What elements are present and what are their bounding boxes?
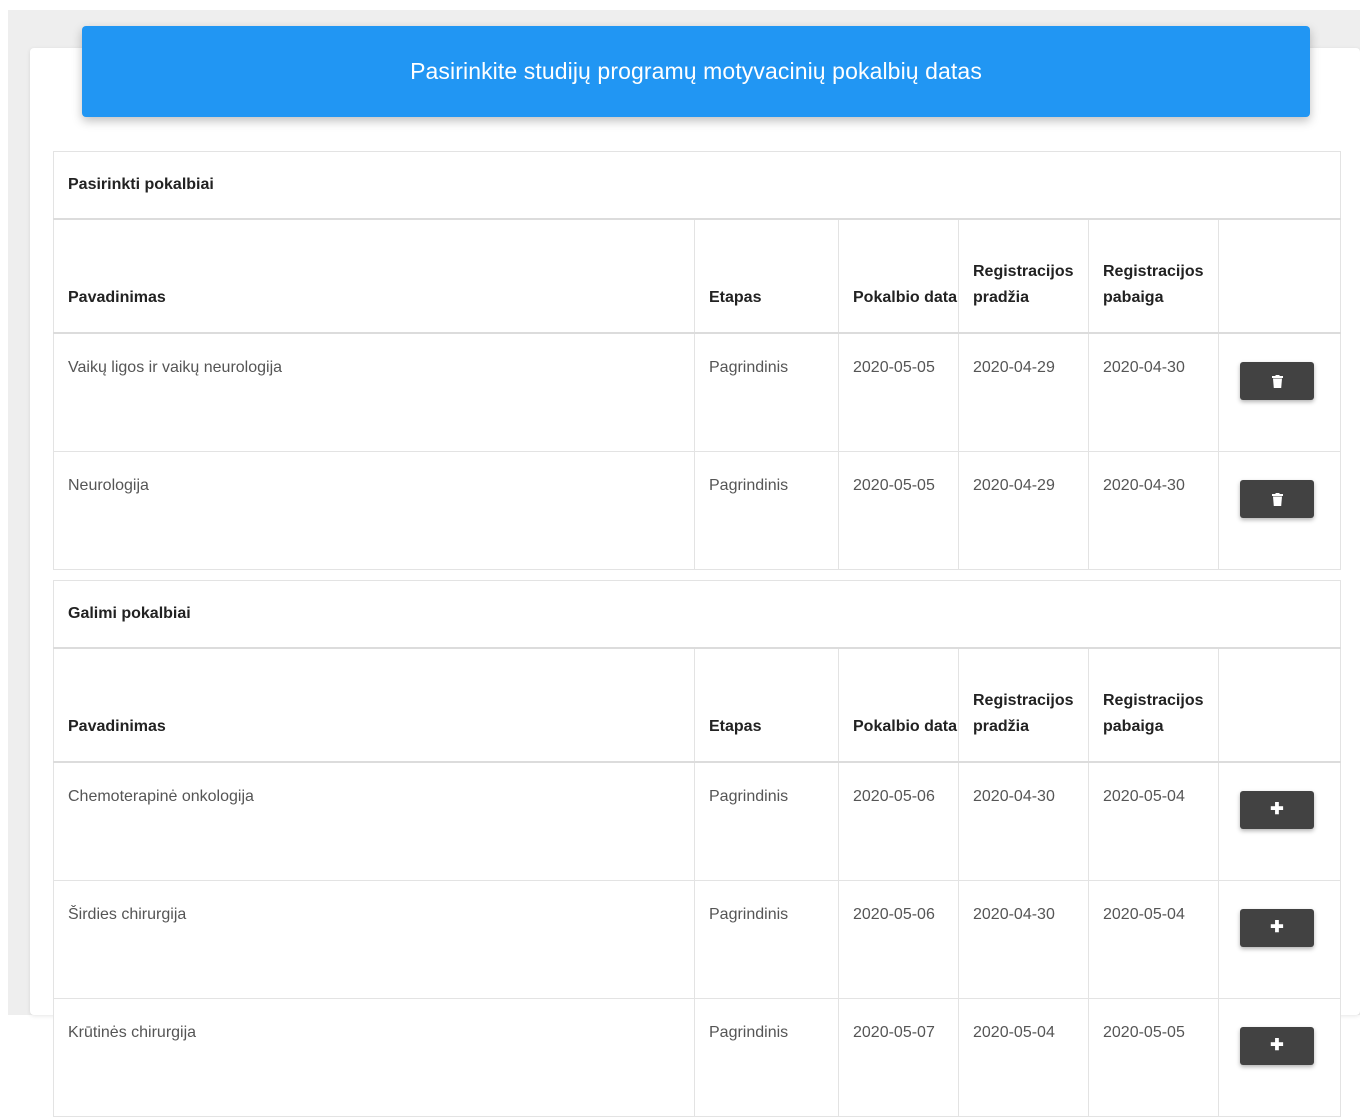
column-header-actions (1217, 647, 1342, 763)
cell-action: ✚ (1217, 880, 1342, 999)
table-row: Vaikų ligos ir vaikų neurologija Pagrind… (53, 332, 1342, 452)
column-header-reg-end: Registracijos pabaiga (1088, 218, 1219, 334)
column-header-reg-end: Registracijos pabaiga (1088, 647, 1219, 763)
trash-icon (1271, 374, 1283, 388)
column-header-actions (1217, 218, 1342, 334)
cell-reg-start: 2020-04-29 (958, 332, 1089, 452)
cell-date: 2020-05-06 (838, 761, 959, 881)
cell-action (1217, 332, 1342, 452)
cell-reg-end: 2020-05-04 (1088, 880, 1219, 999)
cell-stage: Pagrindinis (694, 451, 839, 570)
plus-icon: ✚ (1270, 919, 1284, 936)
cell-name: Krūtinės chirurgija (53, 998, 695, 1117)
cell-stage: Pagrindinis (694, 880, 839, 999)
trash-icon (1271, 492, 1283, 506)
table-caption: Pasirinkti pokalbiai (52, 151, 1342, 220)
cell-date: 2020-05-05 (838, 332, 959, 452)
column-header-name: Pavadinimas (53, 647, 695, 763)
cell-reg-start: 2020-04-30 (958, 880, 1089, 999)
cell-reg-end: 2020-04-30 (1088, 332, 1219, 452)
table-row: Krūtinės chirurgija Pagrindinis 2020-05-… (53, 998, 1342, 1117)
selected-interviews-table: Pasirinkti pokalbiai Pavadinimas Etapas … (52, 151, 1342, 570)
cell-stage: Pagrindinis (694, 332, 839, 452)
table-row: Chemoterapinė onkologija Pagrindinis 202… (53, 761, 1342, 881)
cell-reg-end: 2020-04-30 (1088, 451, 1219, 570)
cell-date: 2020-05-07 (838, 998, 959, 1117)
plus-icon: ✚ (1270, 801, 1284, 818)
cell-reg-start: 2020-05-04 (958, 998, 1089, 1117)
column-header-name: Pavadinimas (53, 218, 695, 334)
add-button[interactable]: ✚ (1240, 1027, 1314, 1065)
cell-date: 2020-05-05 (838, 451, 959, 570)
cell-stage: Pagrindinis (694, 998, 839, 1117)
page-header: Pasirinkite studijų programų motyvacinių… (82, 26, 1310, 117)
available-interviews-table: Galimi pokalbiai Pavadinimas Etapas Poka… (52, 580, 1342, 1117)
cell-reg-end: 2020-05-05 (1088, 998, 1219, 1117)
cell-reg-start: 2020-04-30 (958, 761, 1089, 881)
page-title: Pasirinkite studijų programų motyvacinių… (410, 58, 982, 84)
cell-reg-end: 2020-05-04 (1088, 761, 1219, 881)
column-header-date: Pokalbio data (838, 218, 959, 334)
cell-name: Vaikų ligos ir vaikų neurologija (53, 332, 695, 452)
cell-action: ✚ (1217, 998, 1342, 1117)
cell-reg-start: 2020-04-29 (958, 451, 1089, 570)
column-header-date: Pokalbio data (838, 647, 959, 763)
cell-name: Širdies chirurgija (53, 880, 695, 999)
column-header-stage: Etapas (694, 647, 839, 763)
cell-name: Chemoterapinė onkologija (53, 761, 695, 881)
remove-button[interactable] (1240, 362, 1314, 400)
cell-stage: Pagrindinis (694, 761, 839, 881)
column-header-reg-start: Registracijos pradžia (958, 647, 1089, 763)
table-row: Neurologija Pagrindinis 2020-05-05 2020-… (53, 451, 1342, 570)
cell-action (1217, 451, 1342, 570)
remove-button[interactable] (1240, 480, 1314, 518)
cell-date: 2020-05-06 (838, 880, 959, 999)
cell-name: Neurologija (53, 451, 695, 570)
cell-action: ✚ (1217, 761, 1342, 881)
add-button[interactable]: ✚ (1240, 791, 1314, 829)
add-button[interactable]: ✚ (1240, 909, 1314, 947)
table-row: Širdies chirurgija Pagrindinis 2020-05-0… (53, 880, 1342, 999)
plus-icon: ✚ (1270, 1037, 1284, 1054)
table-caption: Galimi pokalbiai (52, 580, 1342, 649)
column-header-stage: Etapas (694, 218, 839, 334)
column-header-reg-start: Registracijos pradžia (958, 218, 1089, 334)
